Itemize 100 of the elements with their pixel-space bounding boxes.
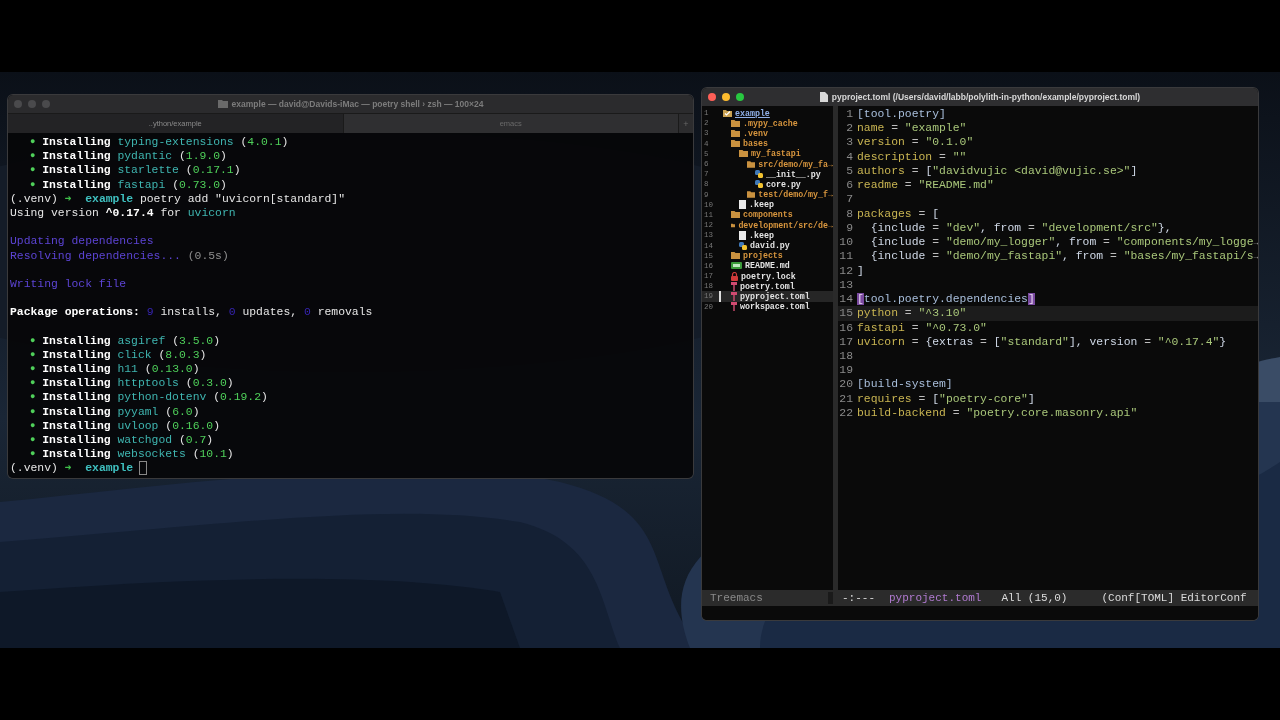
terminal-line: ● Installing click (8.0.3) <box>29 347 208 362</box>
line-number: 21 <box>838 391 853 406</box>
tree-item[interactable]: .venv <box>743 128 768 138</box>
code-line: requires = ["poetry-core"] <box>857 391 1035 406</box>
tree-item[interactable]: bases <box>743 139 768 149</box>
tree-item[interactable]: my_fastapi <box>751 149 801 159</box>
code-line: fastapi = "^0.73.0" <box>857 320 987 335</box>
tree-item[interactable]: david.py <box>750 241 790 251</box>
tree-item[interactable]: components <box>743 210 793 220</box>
terminal-line: ● Installing websockets (10.1) <box>29 447 235 462</box>
buffer-name: pyproject.toml <box>889 592 982 604</box>
zoom-button[interactable] <box>736 93 744 101</box>
close-button[interactable] <box>708 93 716 101</box>
window-title: example — david@Davids-iMac — poetry shell › zsh — 100×24 <box>231 99 484 109</box>
code-line: [build-system] <box>857 377 953 392</box>
cursor <box>139 461 148 476</box>
code-line: packages = [ <box>857 206 940 221</box>
major-mode: (Conf[TOML] EditorConf <box>1101 592 1247 604</box>
terminal-line: ● Installing pyyaml (6.0) <box>29 404 201 419</box>
tree-item[interactable]: README.md <box>745 261 790 271</box>
terminal-line: Writing lock file <box>10 276 128 292</box>
code-line: {include = "dev", from = "development/src"}, <box>869 220 1172 236</box>
line-number: 8 <box>845 206 853 221</box>
line-number: 11 <box>838 249 853 264</box>
folder-icon <box>731 252 740 260</box>
terminal-line: ● Installing pydantic (1.9.0) <box>29 149 228 164</box>
line-number: 7 <box>845 192 853 207</box>
line-number: 16 <box>838 320 853 335</box>
terminal-line: ● Installing starlette (0.17.1) <box>29 163 242 178</box>
line-number: 14 <box>838 292 853 307</box>
tree-item[interactable]: example <box>735 108 770 118</box>
line-number: 12 <box>838 263 853 278</box>
folder-icon <box>217 100 228 108</box>
line-number: 2 <box>845 121 853 136</box>
lock-icon <box>731 271 738 281</box>
terminal-line: (.venv) ➜ example poetry add "uvicorn[standard]" <box>10 191 346 206</box>
code-line: description = "" <box>857 149 967 164</box>
terminal-line: ● Installing watchgod (0.7) <box>29 432 215 448</box>
tree-item[interactable]: development/src/de→ <box>738 220 833 230</box>
terminal-line: ● Installing python-dotenv (0.19.2) <box>29 390 269 405</box>
terminal-line: Using version ^0.17.4 for uvicorn <box>10 205 237 221</box>
line-number: 5 <box>845 163 853 179</box>
code-line: uvicorn = {extras = ["standard"], version = "^0.17.4"} <box>857 334 1227 349</box>
line-number: 19 <box>838 363 853 378</box>
line-number: 6 <box>845 178 853 193</box>
prompt-line: (.venv) ➜ example <box>10 461 134 476</box>
tree-item[interactable]: core.py <box>766 179 801 189</box>
script-file-icon <box>739 241 747 250</box>
selection-marker <box>719 291 721 302</box>
tree-item[interactable]: workspace.toml <box>740 302 810 312</box>
line-number: 18 <box>838 349 853 364</box>
code-line: name = "example" <box>857 121 967 136</box>
tree-item[interactable]: __init__.py <box>766 169 821 179</box>
code-line: ] <box>857 263 864 278</box>
code-line: [tool.poetry.dependencies] <box>857 292 1035 307</box>
buffer-status: -:--- <box>842 592 875 604</box>
window-title: pyproject.toml (/Users/david/labb/polylith-in-python/example/pyproject.toml) <box>831 92 1141 102</box>
line-number: 17 <box>838 334 853 349</box>
terminal-line: ● Installing uvloop (0.16.0) <box>29 418 221 433</box>
code-line: {include = "demo/my_logger", from = "components/my_logge→ <box>869 234 1258 250</box>
tree-item[interactable]: .keep <box>749 230 774 240</box>
terminal-line: ● Installing asgiref (3.5.0) <box>29 333 221 348</box>
terminal-line: ● Installing h11 (0.13.0) <box>29 362 201 377</box>
code-line: version = "0.1.0" <box>857 135 974 150</box>
code-line: readme = "README.md" <box>857 178 994 193</box>
terminal-line: ● Installing typing-extensions (4.0.1) <box>29 135 290 150</box>
line-number: 1 <box>845 107 853 122</box>
line-number: 20 <box>838 377 853 392</box>
folder-icon <box>747 191 756 199</box>
line-number: 9 <box>845 220 853 236</box>
line-number: 10 <box>838 235 853 250</box>
document-icon <box>819 92 828 102</box>
code-line: python = "^3.10" <box>857 306 967 321</box>
tree-item[interactable]: .keep <box>749 200 774 210</box>
badge-icon <box>731 262 742 270</box>
code-line: build-backend = "poetry.core.masonry.api" <box>857 405 1138 421</box>
cursor-position: All (15,0) <box>1001 592 1068 604</box>
file-icon <box>739 200 746 210</box>
file-icon <box>739 230 746 240</box>
line-number: 15 <box>838 306 853 321</box>
line-number: 22 <box>838 405 853 421</box>
terminal-line: ● Installing httptools (0.3.0) <box>29 376 235 391</box>
terminal-line: ● Installing fastapi (0.73.0) <box>29 177 228 192</box>
line-number: 4 <box>845 149 853 164</box>
checked-folder-icon <box>723 109 732 118</box>
line-number: 3 <box>845 135 853 150</box>
minimize-button[interactable] <box>722 93 730 101</box>
tree-item[interactable]: projects <box>743 251 783 261</box>
terminal-line: Package operations: 9 installs, 0 updates, 0 removals <box>10 305 374 320</box>
terminal-line: Updating dependencies <box>10 234 155 249</box>
tree-item[interactable]: src/demo/my_fa→ <box>758 159 833 169</box>
tree-item[interactable]: test/demo/my_f→ <box>758 190 833 200</box>
line-number: 13 <box>838 277 853 293</box>
terminal-line: Resolving dependencies... (0.5s) <box>10 248 230 263</box>
tree-item[interactable]: poetry.lock <box>741 271 796 281</box>
code-line: [tool.poetry] <box>857 107 946 122</box>
tree-item[interactable]: pyproject.toml <box>740 291 810 301</box>
tree-item[interactable]: .mypy_cache <box>743 118 798 128</box>
tree-item[interactable]: poetry.toml <box>740 281 795 291</box>
code-line: authors = ["davidvujic <david@vujic.se>"] <box>857 163 1138 179</box>
